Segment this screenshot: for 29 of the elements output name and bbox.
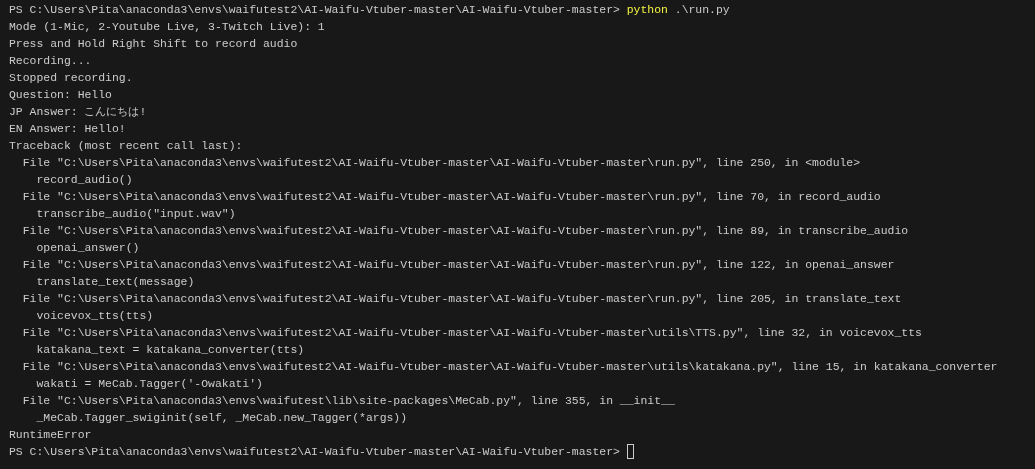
output-text: Traceback (most recent call last): <box>9 138 243 154</box>
output-text: record_audio() <box>35 172 133 188</box>
output-text: File "C:\Users\Pita\anaconda3\envs\waifutest2\AI-Waifu-Vtuber-master\AI-Waifu-Vtuber-master\run.py", line 89, in transcribe_audio <box>21 223 909 239</box>
output-text: wakati = MeCab.Tagger('-Owakati') <box>35 376 263 392</box>
output-text: File "C:\Users\Pita\anaconda3\envs\waifutest2\AI-Waifu-Vtuber-master\AI-Waifu-Vtuber-master\run.py", line 205, in translate_text <box>21 291 902 307</box>
output-text: translate_text(message) <box>35 274 195 290</box>
output-text: katakana_text = katakana_converter(tts) <box>35 342 305 358</box>
output-text: Mode (1-Mic, 2-Youtube Live, 3-Twitch Live): 1 <box>9 19 325 35</box>
output-text: voicevox_tts(tts) <box>35 308 154 324</box>
output-text: Recording... <box>9 53 92 69</box>
output-text: transcribe_audio("input.wav") <box>35 206 236 222</box>
output-text: Press and Hold Right Shift to record audio <box>9 36 298 52</box>
output-text: EN Answer: Hello! <box>9 121 126 137</box>
output-text: Stopped recording. <box>9 70 133 86</box>
output-text: Question: Hello <box>9 87 112 103</box>
output-text: File "C:\Users\Pita\anaconda3\envs\waifutest2\AI-Waifu-Vtuber-master\AI-Waifu-Vtuber-master\run.py", line 122, in openai_answer <box>21 257 895 273</box>
output-text: File "C:\Users\Pita\anaconda3\envs\waifutest2\AI-Waifu-Vtuber-master\AI-Waifu-Vtuber-master\utils\TTS.py", line 32, in voicevox_tts <box>21 325 922 341</box>
prompt-text: PS C:\Users\Pita\anaconda3\envs\waifutest2\AI-Waifu-Vtuber-master\AI-Waifu-Vtuber-master> <box>9 2 620 18</box>
output-text: JP Answer: こんにちは! <box>9 104 147 120</box>
command-text: python <box>626 2 668 18</box>
prompt-text: PS C:\Users\Pita\anaconda3\envs\waifutest2\AI-Waifu-Vtuber-master\AI-Waifu-Vtuber-master> <box>9 444 620 460</box>
output-text: File "C:\Users\Pita\anaconda3\envs\waifutest\lib\site-packages\MeCab.py", line 355, in __init__ <box>21 393 675 409</box>
output-text: RuntimeError <box>9 427 92 443</box>
output-text: openai_answer() <box>35 240 140 256</box>
output-text: _MeCab.Tagger_swiginit(self, _MeCab.new_Tagger(*args)) <box>35 410 408 426</box>
output-text: File "C:\Users\Pita\anaconda3\envs\waifutest2\AI-Waifu-Vtuber-master\AI-Waifu-Vtuber-master\run.py", line 70, in record_audio <box>21 189 881 205</box>
output-text: File "C:\Users\Pita\anaconda3\envs\waifutest2\AI-Waifu-Vtuber-master\AI-Waifu-Vtuber-master\utils\katakana.py", line 15, in katakana_converter <box>21 359 998 375</box>
output-text: File "C:\Users\Pita\anaconda3\envs\waifutest2\AI-Waifu-Vtuber-master\AI-Waifu-Vtuber-master\run.py", line 250, in <module> <box>21 155 861 171</box>
command-argument: .\run.py <box>674 2 730 18</box>
